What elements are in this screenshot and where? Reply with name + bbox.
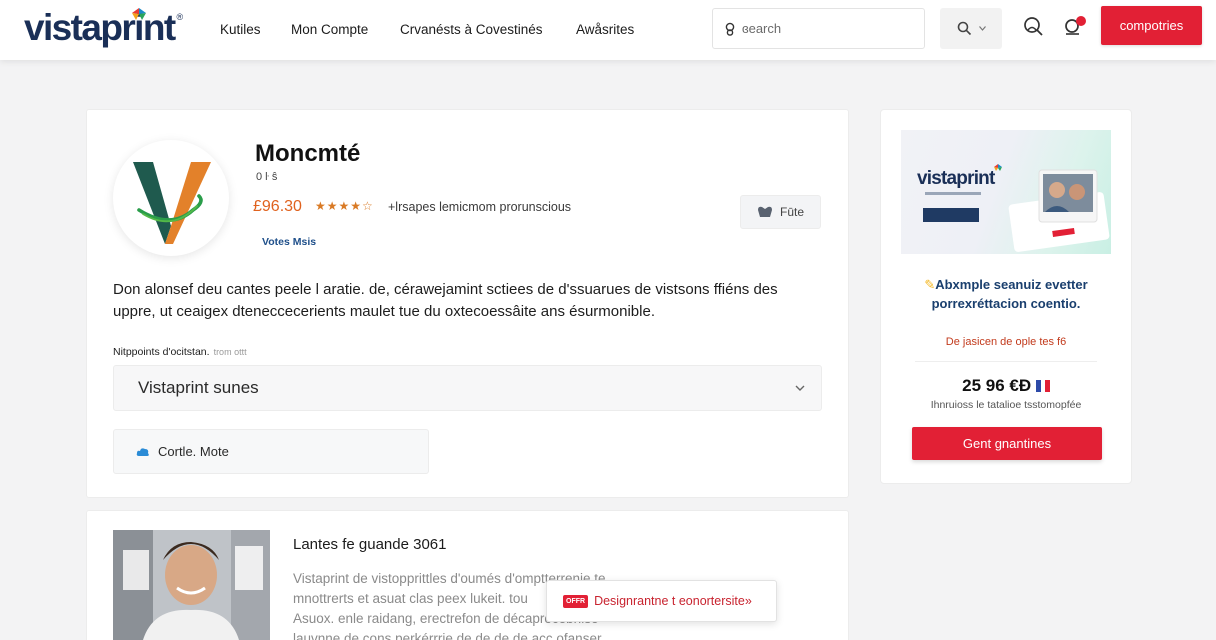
review-line: lauvnne de cons perkérrrie de de de de a… [293, 631, 602, 640]
nav-label: Awåsrites [576, 21, 635, 37]
contact-button[interactable]: Cortle. Mote [113, 429, 429, 474]
nav-label: Kutiles [220, 21, 261, 37]
chevron-down-icon [978, 26, 986, 31]
heart-icon [757, 206, 772, 217]
ad-headline: ✎Abxmple seanuiz evetter porrexréttacion… [903, 275, 1109, 313]
nav-label: Mon Compte [291, 21, 369, 37]
ad-price-value: 25 96 €Ɖ [962, 376, 1032, 395]
account-button[interactable]: compotries [1101, 6, 1202, 45]
rating-note[interactable]: +lrsapes lemicmom prorunscious [388, 200, 571, 214]
ad-banner-logo: vistaprint [917, 168, 996, 189]
cloud-icon [136, 447, 149, 456]
ad-subtitle: De jasicen de ople tes f6 [945, 336, 1067, 348]
nav-item-creations[interactable]: Crvanésts à Covestinés [400, 0, 543, 58]
cart-icon[interactable] [1062, 14, 1088, 40]
ad-price-note: Ihnruioss le tatalioe tsstomopfée [930, 399, 1082, 411]
logo-registered: ® [176, 12, 184, 22]
toast-badge: OFFR [563, 594, 589, 608]
search-submit-button[interactable] [940, 8, 1002, 49]
product-subtitle: 0 ŀ ŝ [256, 171, 278, 183]
sparkle-icon: ✎ [924, 277, 936, 292]
option-label: Nitppoints d'ocitstan. trom ottt [113, 346, 247, 358]
ad-cta-label: Gent gnantines [962, 436, 1052, 451]
product-price: £96.30 [253, 198, 302, 215]
ad-price: 25 96 €Ɖ [903, 376, 1109, 396]
user-search-icon[interactable] [1021, 14, 1047, 40]
toast-text: Designrantne t eonortersite» [594, 594, 752, 608]
flag-icon [1035, 380, 1050, 392]
nav-item-mon-compte[interactable]: Mon Compte [291, 0, 368, 58]
ad-headline-text: Abxmple seanuiz evetter porrexréttacion … [931, 277, 1088, 311]
nav-label: Crvanésts à Covestinés [400, 21, 543, 37]
product-description: Don alonsef deu cantes peele l aratie. d… [113, 281, 778, 320]
option-select-value: Vistaprint sunes [138, 378, 259, 397]
ad-cta-button[interactable]: Gent gnantines [912, 427, 1102, 460]
nav-item-awasrites[interactable]: Awåsrites [576, 0, 634, 58]
account-button-label: compotries [1119, 18, 1184, 33]
logo-text: vistaprint [24, 7, 176, 48]
chevron-down-icon [795, 385, 805, 391]
search-placeholder: ɞearch [742, 21, 782, 36]
nav-item-kutiles[interactable]: Kutiles [220, 0, 261, 58]
ad-banner-image[interactable]: vistaprint [901, 130, 1111, 254]
favorite-label: Fūte [779, 205, 804, 219]
v-logo-icon [133, 162, 211, 244]
search-input[interactable]: ɞearch [712, 8, 925, 49]
magnifier-icon [957, 21, 971, 36]
product-title: Moncmté [255, 140, 361, 167]
product-badge: Votes Msis [262, 236, 317, 248]
contact-label: Cortle. Mote [158, 444, 229, 459]
vistaprint-logo[interactable]: vistaprint ® [24, 6, 183, 50]
promo-toast[interactable]: OFFR Designrantne t eonortersite» [546, 580, 777, 622]
top-header: vistaprint ® Kutiles Mon Compte Crvanést… [0, 0, 1216, 60]
search-icon [725, 22, 735, 36]
review-title: Lantes fe guande 3061 [293, 536, 447, 553]
ad-banner-logo-diamond-icon [994, 164, 1002, 171]
option-label-text: Nitppoints d'ocitstan. [113, 346, 210, 358]
brand-avatar [113, 140, 229, 256]
option-label-hint: trom ottt [213, 347, 247, 357]
option-select[interactable]: Vistaprint sunes [113, 365, 822, 411]
reviewer-photo [113, 530, 270, 640]
favorite-button[interactable]: Fūte [740, 195, 821, 229]
rating-stars[interactable]: ★★★★☆ [315, 199, 374, 213]
logo-diamond-icon [132, 8, 146, 20]
ad-divider [915, 361, 1097, 362]
